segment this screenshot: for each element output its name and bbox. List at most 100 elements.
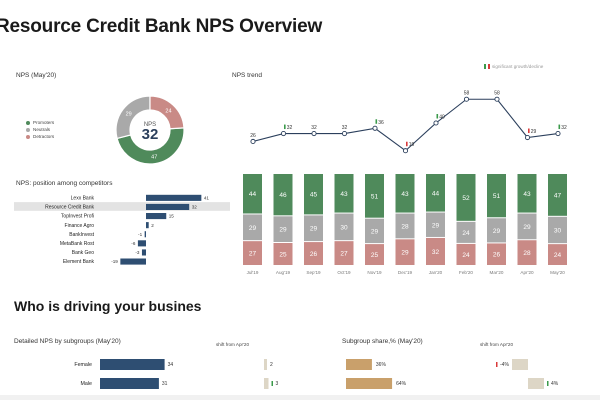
competitor-label: Element Bank [63,259,95,265]
shift-bar [264,359,267,370]
stack-value-label: 29 [432,222,440,229]
share-shift-bar [512,359,528,370]
share-shift-value: 4% [551,381,559,387]
x-tick-label: Nov'19 [367,270,382,275]
legend-note: significant growth/decline [492,64,544,69]
stack-value-label: 51 [371,193,379,200]
x-tick-label: Aug'19 [276,270,291,275]
stack-value-label: 24 [462,252,470,259]
trend-line [252,98,559,152]
trend-value-label: 26 [250,133,256,139]
decline-marker-icon [528,128,530,134]
shift-value: 3 [276,381,279,387]
competitor-value: 41 [204,196,210,201]
competitor-bar [146,222,149,229]
red-mark-icon [488,64,490,69]
donut-slice-label: 47 [151,155,157,161]
promoters-swatch [26,120,30,125]
trend-value-label: 32 [342,125,348,131]
nps-breakdown-chart: 44 29 27 Jul'19 46 29 25 Aug'19 45 29 26 Sep'19 43 30… [243,174,567,275]
detractors-swatch [26,134,30,139]
stack-value-label: 24 [462,230,470,237]
donut-legend: Promoters Neutrals Detractors [26,119,54,140]
shift-bar [264,378,269,389]
stack-value-label: 43 [523,191,531,198]
subgroup-share-shift-label: shift from Apr'20 [480,342,514,347]
trend-point [341,131,348,137]
legend-detractors: Detractors [33,134,55,139]
donut-center-value: 32 [142,126,159,143]
competitor-value: -3 [135,250,140,255]
nps-trend-chart: 26 32 32 32 36 19 40 58 58 29 32 [250,91,567,154]
donut-slice-label: 29 [126,111,132,117]
share-shift-value: -4% [500,362,509,368]
growth-marker-icon [436,114,439,119]
competitor-label: Resource Credit Bank [45,205,94,211]
competitor-bar [137,240,146,247]
stack-value-label: 46 [279,192,287,199]
competitor-value: -6 [131,241,136,246]
growth-marker-icon [558,124,561,130]
x-tick-label: Sep'19 [306,270,321,275]
decline-marker-icon [496,362,498,367]
competitor-label: BankInvest [69,232,94,238]
stack-value-label: 26 [310,251,318,258]
trend-point [280,131,287,137]
trend-point [494,96,500,102]
stack-value-label: 52 [462,195,470,202]
subgroup-share-bar [346,359,372,370]
stack-value-label: 24 [554,252,562,259]
competitor-value: 2 [151,223,154,228]
trend-value-label: 40 [439,115,445,121]
stack-value-label: 26 [493,252,501,259]
stack-value-label: 29 [401,250,409,257]
growth-marker-icon [284,124,286,130]
stack-value-label: 27 [340,251,348,258]
highlight-row-band [0,395,600,400]
stack-value-label: 25 [371,252,379,259]
stack-value-label: 25 [279,252,287,259]
stack-value-label: 51 [493,193,501,200]
stack-value-label: 30 [554,227,562,234]
nps-trend-title: NPS trend [232,72,262,79]
stack-value-label: 29 [493,228,501,235]
competitor-bar [146,213,167,220]
subgroup-label: Female [74,362,92,368]
subgroup-share-value: 64% [396,381,407,387]
donut-slice-label: 24 [165,108,171,114]
trend-point [524,134,531,141]
stack-value-label: 29 [279,227,287,234]
x-tick-label: Jan'20 [429,270,443,275]
nps-donut-chart: 472924 NPS 32 [115,95,185,165]
growth-marker-icon [547,381,549,386]
trend-value-label: 29 [531,129,537,135]
trend-point [555,131,561,137]
trend-point [402,148,409,154]
trend-value-label: 32 [561,125,567,131]
stack-value-label: 44 [432,190,440,197]
trend-value-label: 32 [311,125,317,131]
shift-value: 2 [270,362,273,368]
x-tick-label: Mar'20 [490,270,504,275]
stack-value-label: 28 [401,223,409,230]
competitor-value: -19 [111,259,118,264]
x-tick-label: Dec'19 [398,270,413,275]
trend-value-label: 36 [378,120,384,126]
stack-value-label: 29 [249,225,257,232]
competitor-bar [144,231,146,238]
subgroup-label: Male [81,381,93,387]
stack-value-label: 29 [310,226,318,233]
x-tick-label: Apr'20 [520,270,534,275]
growth-marker-icon [375,119,378,124]
competitor-label: Finance Agro [65,223,95,229]
trend-value-label: 32 [287,125,293,131]
green-mark-icon [484,64,486,69]
legend-neutrals: Neutrals [33,127,51,132]
x-tick-label: May'20 [550,270,565,275]
competitors-chart: Lexx Bank 41 Resource Credit Bank 32 TopInve… [14,194,230,265]
trend-value-label: 19 [409,142,415,148]
competitor-value: -1 [138,232,143,237]
subgroup-share-value: 36% [376,362,387,368]
trend-point [372,125,378,131]
section-title: Who is driving your busines [14,298,202,314]
